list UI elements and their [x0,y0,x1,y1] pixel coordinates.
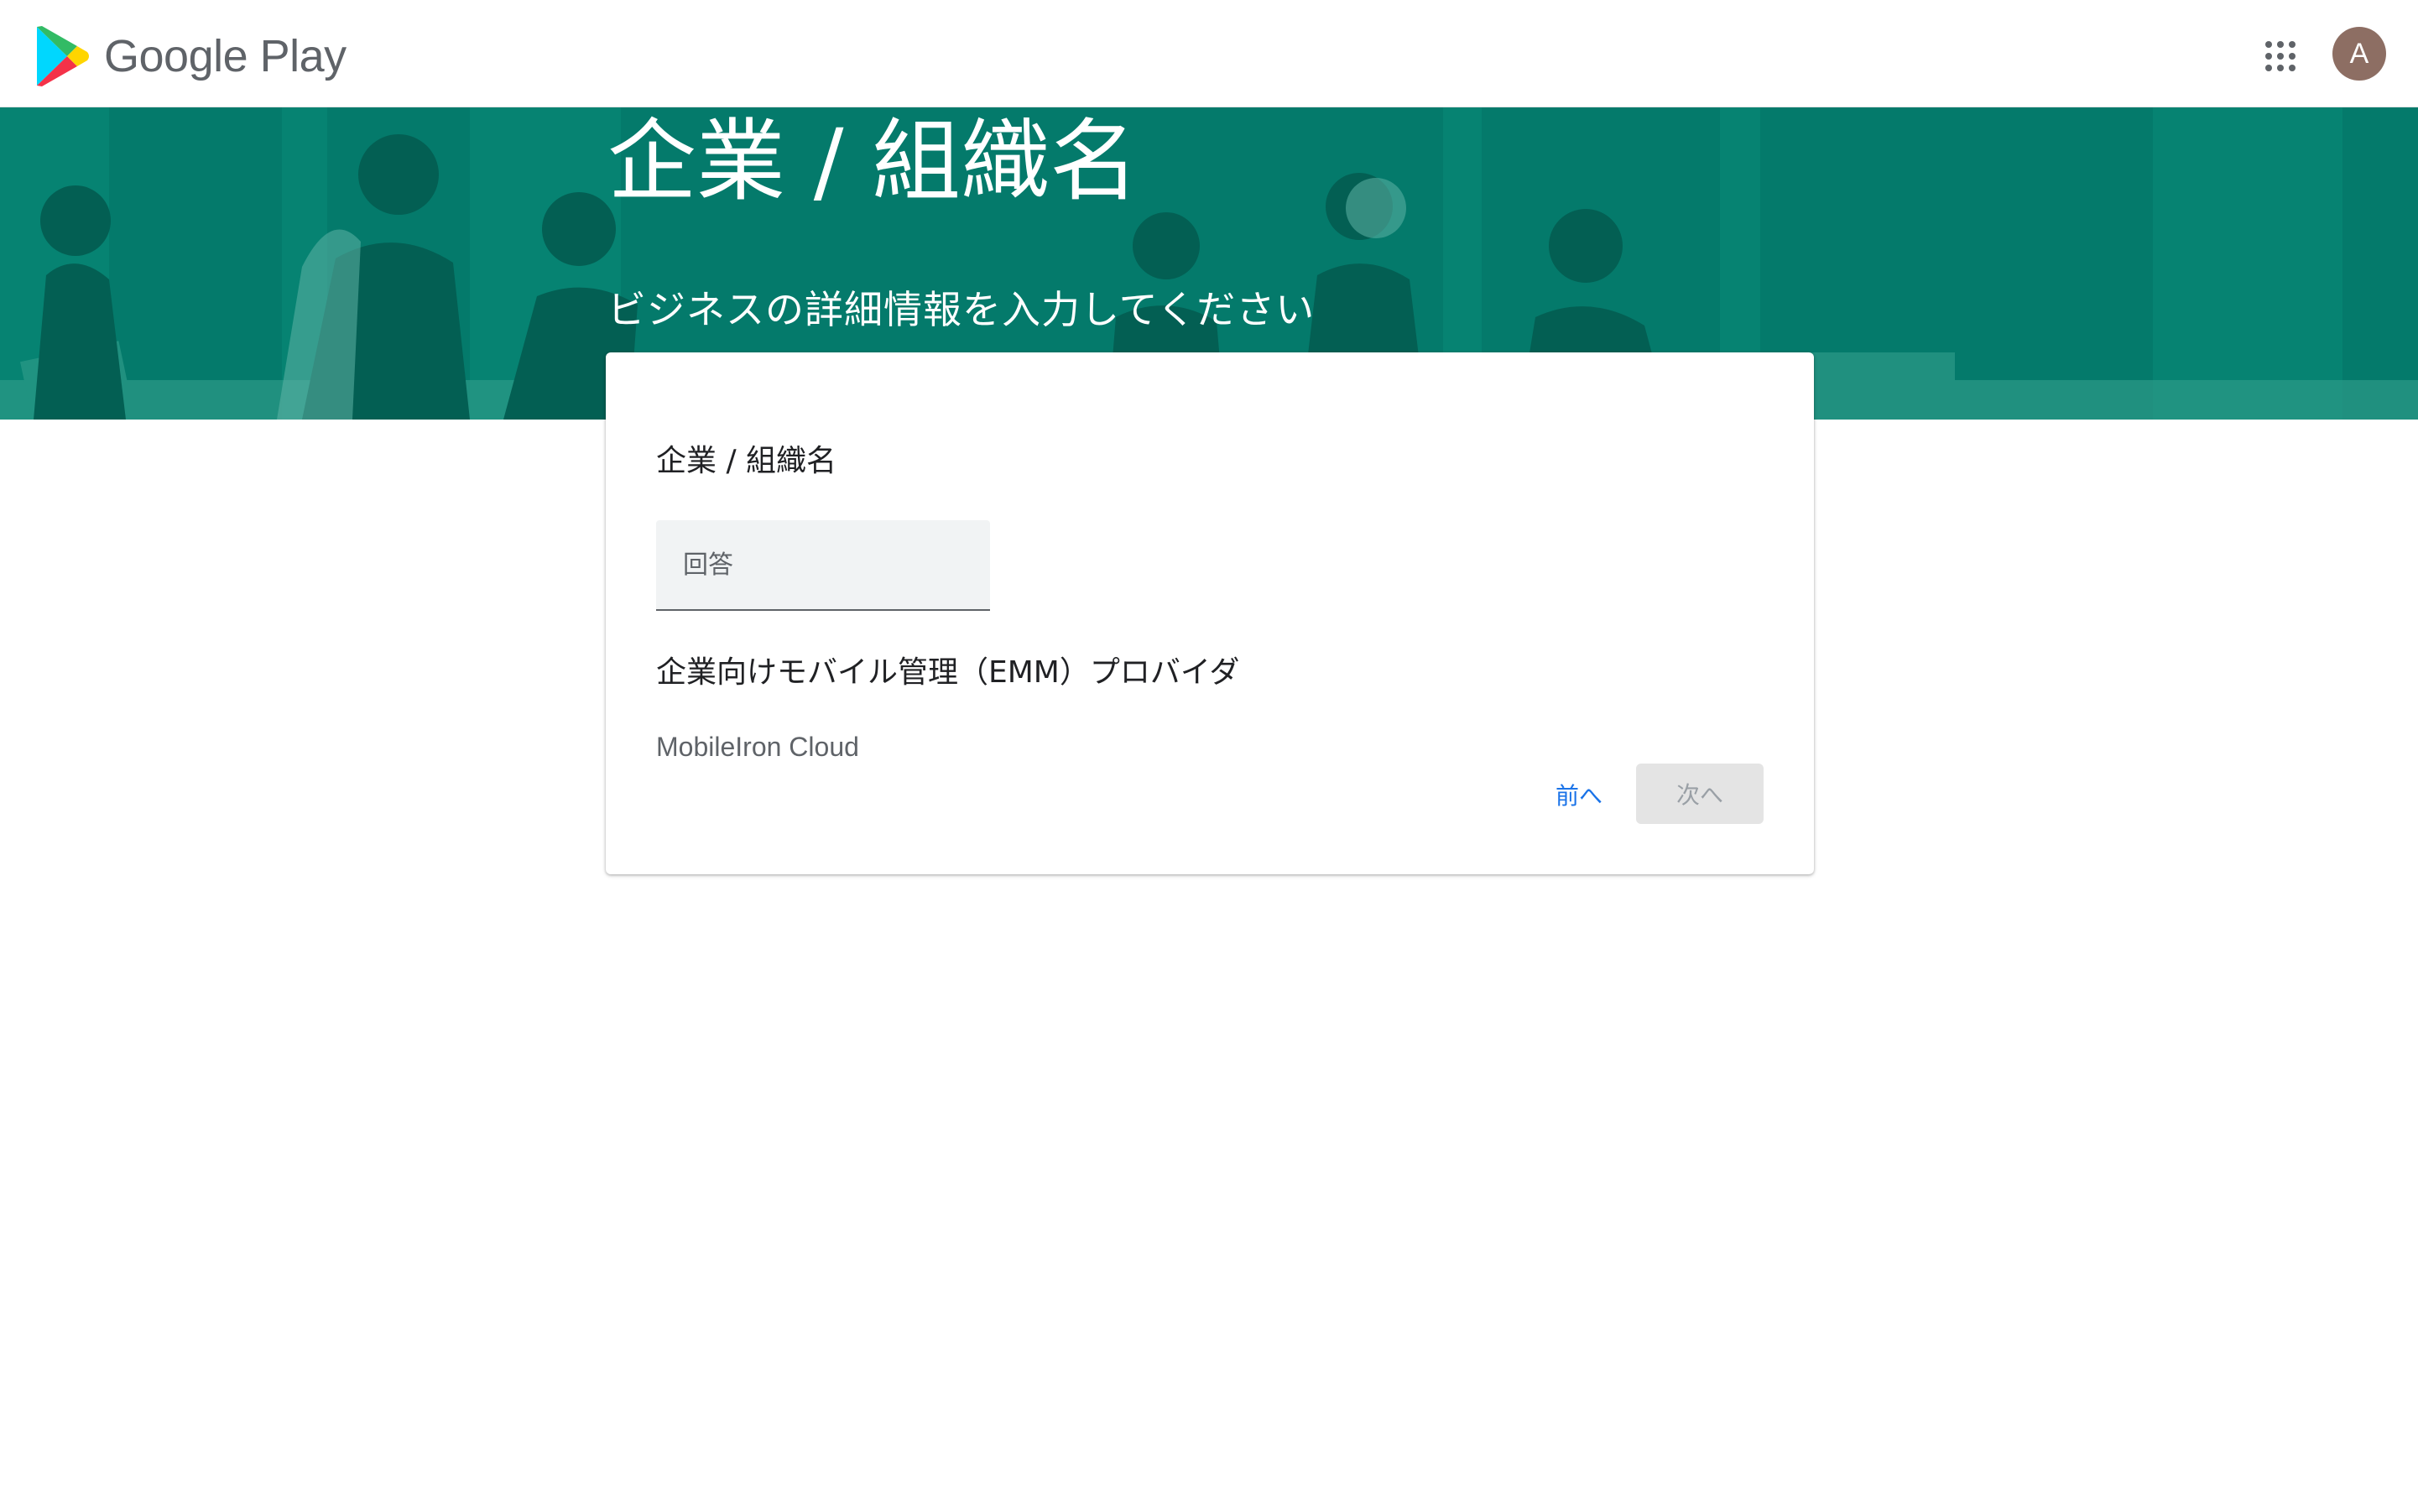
google-play-logo[interactable]: Google Play [34,25,347,87]
google-play-icon [37,26,89,86]
next-button[interactable]: 次へ [1636,764,1764,824]
form-card: 企業 / 組織名 企業向けモバイル管理（EMM）プロバイダ MobileIron… [606,352,1814,874]
banner-title: 企業 / 組織名 [607,110,1139,213]
banner-subtitle: ビジネスの詳細情報を入力してください [607,287,1316,332]
page-root: Google Play A 企業 / 組織名 ビジネスの詳細情報を入力してくださ… [0,0,2418,1512]
prev-button[interactable]: 前へ [1537,765,1621,824]
account-avatar[interactable]: A [2332,27,2386,81]
brand-name: Google Play [104,31,347,81]
company-name-input[interactable] [656,520,990,611]
avatar-initial: A [2349,37,2369,70]
company-name-question: 企業 / 組織名 [656,444,837,478]
emm-provider-value: MobileIron Cloud [656,732,859,762]
top-bar: Google Play A [0,0,2418,107]
apps-grid-icon[interactable] [2262,38,2299,75]
emm-provider-question: 企業向けモバイル管理（EMM）プロバイダ [656,655,1240,690]
